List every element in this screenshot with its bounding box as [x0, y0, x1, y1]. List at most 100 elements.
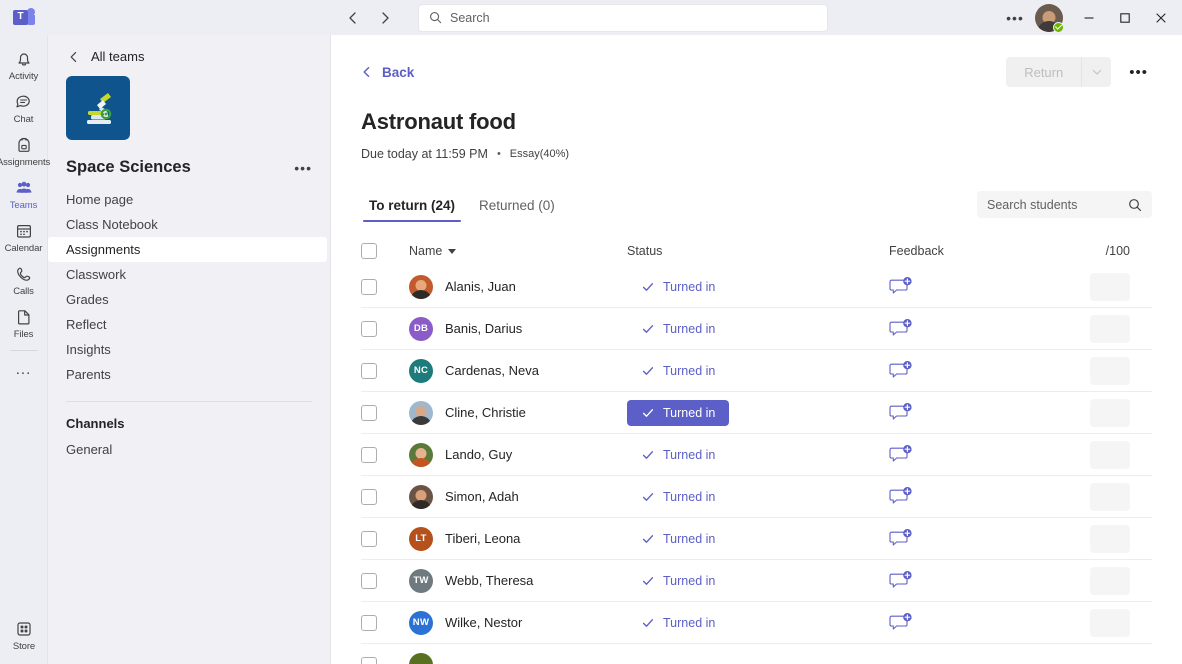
table-row[interactable]: Simon, AdahTurned in — [361, 476, 1152, 518]
status-turned-in-button[interactable]: Turned in — [627, 526, 729, 552]
row-checkbox[interactable] — [361, 531, 377, 547]
table-row[interactable]: TWWebb, TheresaTurned in — [361, 560, 1152, 602]
sidebar-item-classwork[interactable]: Classwork — [48, 262, 330, 287]
add-feedback-icon[interactable] — [889, 570, 913, 592]
grade-input[interactable] — [1090, 567, 1130, 595]
sidebar-item-insights[interactable]: Insights — [48, 337, 330, 362]
row-checkbox[interactable] — [361, 573, 377, 589]
teams-window: T Search ••• — [0, 0, 1182, 664]
forward-nav-button[interactable] — [372, 5, 398, 31]
row-checkbox[interactable] — [361, 447, 377, 463]
search-icon — [429, 11, 442, 24]
sidebar-item-label: Home page — [66, 192, 133, 207]
rail-more-button[interactable]: ... — [0, 353, 48, 386]
back-nav-button[interactable] — [340, 5, 366, 31]
add-feedback-icon[interactable] — [889, 612, 913, 634]
rail-item-store[interactable]: Store — [0, 613, 48, 656]
table-row[interactable]: Alanis, JuanTurned in — [361, 266, 1152, 308]
row-checkbox[interactable] — [361, 489, 377, 505]
student-name: Cardenas, Neva — [445, 363, 539, 378]
student-cell: LTTiberi, Leona — [409, 527, 627, 551]
sidebar-item-parents[interactable]: Parents — [48, 362, 330, 387]
return-button[interactable]: Return — [1006, 57, 1081, 87]
table-row[interactable]: DBBanis, DariusTurned in — [361, 308, 1152, 350]
sidebar-item-reflect[interactable]: Reflect — [48, 312, 330, 337]
column-header-name[interactable]: Name — [409, 244, 627, 258]
status-turned-in-button[interactable]: Turned in — [627, 274, 729, 300]
rail-item-assignments[interactable]: Assignments — [0, 129, 48, 172]
tab-to-return[interactable]: To return (24) — [361, 192, 463, 222]
table-row[interactable]: LTTiberi, LeonaTurned in — [361, 518, 1152, 560]
channel-item-general[interactable]: General — [48, 437, 330, 462]
rail-item-files[interactable]: Files — [0, 301, 48, 344]
page-title: Astronaut food — [361, 109, 1152, 135]
add-feedback-icon[interactable] — [889, 528, 913, 550]
close-button[interactable] — [1144, 0, 1178, 35]
status-turned-in-button[interactable]: Turned in — [627, 484, 729, 510]
search-students-input[interactable]: Search students — [977, 191, 1152, 218]
grade-input[interactable] — [1090, 525, 1130, 553]
sidebar-item-class-notebook[interactable]: Class Notebook — [48, 212, 330, 237]
maximize-button[interactable] — [1108, 0, 1142, 35]
sidebar-item-grades[interactable]: Grades — [48, 287, 330, 312]
team-more-button[interactable]: ••• — [294, 160, 312, 176]
backpack-icon — [13, 134, 35, 156]
row-checkbox[interactable] — [361, 405, 377, 421]
row-checkbox[interactable] — [361, 615, 377, 631]
row-checkbox[interactable] — [361, 279, 377, 295]
all-teams-button[interactable]: All teams — [48, 39, 330, 72]
return-dropdown-button[interactable] — [1081, 57, 1111, 87]
search-input[interactable]: Search — [418, 4, 828, 32]
status-turned-in-button[interactable]: Turned in — [627, 610, 729, 636]
row-checkbox[interactable] — [361, 363, 377, 379]
grade-input[interactable] — [1090, 273, 1130, 301]
rail-bottom: Store — [0, 613, 48, 656]
status-turned-in-button[interactable]: Turned in — [627, 442, 729, 468]
chevron-down-icon — [1091, 66, 1103, 78]
table-row[interactable]: NWWilke, NestorTurned in — [361, 602, 1152, 644]
rail-item-calls[interactable]: Calls — [0, 258, 48, 301]
grade-input[interactable] — [1090, 609, 1130, 637]
table-row[interactable]: NCCardenas, NevaTurned in — [361, 350, 1152, 392]
select-all-checkbox[interactable] — [361, 243, 377, 259]
student-cell: Alanis, Juan — [409, 275, 627, 299]
rail-label: Calls — [13, 286, 34, 298]
row-checkbox[interactable] — [361, 657, 377, 664]
status-turned-in-button[interactable]: Turned in — [627, 568, 729, 594]
sidebar-item-assignments[interactable]: Assignments — [48, 237, 327, 262]
tab-returned[interactable]: Returned (0) — [471, 192, 563, 222]
table-row[interactable] — [361, 644, 1152, 664]
student-cell: Simon, Adah — [409, 485, 627, 509]
table-row[interactable]: Lando, GuyTurned in — [361, 434, 1152, 476]
status-turned-in-button[interactable]: Turned in — [627, 316, 729, 342]
sidebar-item-home-page[interactable]: Home page — [48, 187, 330, 212]
assignment-more-button[interactable]: ••• — [1125, 64, 1152, 81]
status-turned-in-button[interactable]: Turned in — [627, 400, 729, 426]
grade-input[interactable] — [1090, 357, 1130, 385]
add-feedback-icon[interactable] — [889, 276, 913, 298]
grade-input[interactable] — [1090, 441, 1130, 469]
rail-item-calendar[interactable]: Calendar — [0, 215, 48, 258]
rail-item-chat[interactable]: Chat — [0, 86, 48, 129]
rail-item-activity[interactable]: Activity — [0, 43, 48, 86]
add-feedback-icon[interactable] — [889, 444, 913, 466]
titlebar-more-button[interactable]: ••• — [1001, 4, 1029, 32]
row-checkbox[interactable] — [361, 321, 377, 337]
avatar[interactable] — [1035, 4, 1063, 32]
grade-input[interactable] — [1090, 399, 1130, 427]
grade-input[interactable] — [1090, 315, 1130, 343]
add-feedback-icon[interactable] — [889, 318, 913, 340]
back-button[interactable]: Back — [361, 65, 414, 80]
add-feedback-icon[interactable] — [889, 486, 913, 508]
team-avatar[interactable] — [66, 76, 130, 140]
add-feedback-icon[interactable] — [889, 360, 913, 382]
table-row[interactable]: Cline, ChristieTurned in — [361, 392, 1152, 434]
due-date-text: Due today at 11:59 PM — [361, 147, 488, 161]
table-body: Alanis, JuanTurned inDBBanis, DariusTurn… — [361, 266, 1152, 664]
status-turned-in-button[interactable]: Turned in — [627, 358, 729, 384]
rail-item-teams[interactable]: Teams — [0, 172, 48, 215]
student-cell: Cline, Christie — [409, 401, 627, 425]
minimize-button[interactable] — [1072, 0, 1106, 35]
grade-input[interactable] — [1090, 483, 1130, 511]
add-feedback-icon[interactable] — [889, 402, 913, 424]
